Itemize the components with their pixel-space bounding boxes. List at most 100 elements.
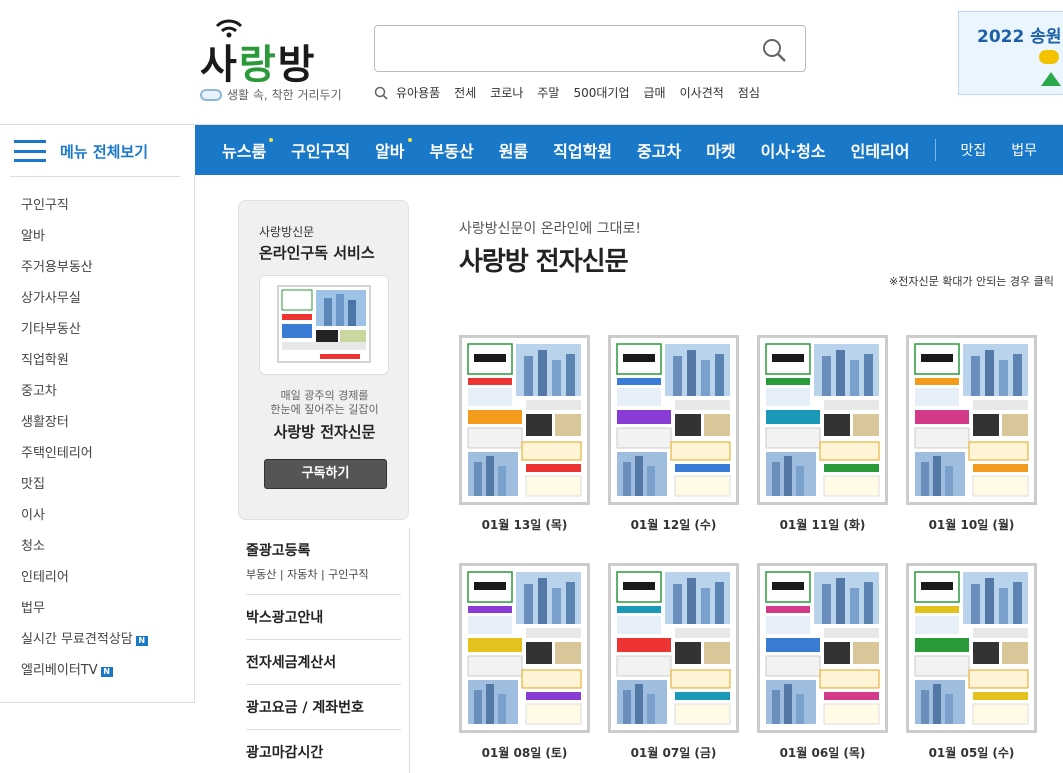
slogan-text: 생활 속, 착한 거리두기 xyxy=(227,88,342,102)
keyword-link[interactable]: 점심 xyxy=(738,84,760,101)
nav-item-moving[interactable]: 이사·청소 xyxy=(761,138,826,162)
sidebar-item[interactable]: 인테리어 xyxy=(21,566,148,597)
nav-item-academy[interactable]: 직업학원 xyxy=(553,138,612,162)
ad-sub-link[interactable]: 자동차 xyxy=(287,568,317,581)
keyword-link[interactable]: 이사견적 xyxy=(680,84,724,101)
ad-link[interactable]: 광고요금 / 계좌번호 xyxy=(246,697,401,717)
subscription-description: 매일 광주의 경제를 한눈에 짚어주는 길잡이 xyxy=(239,389,410,417)
sidebar-item-consult[interactable]: 실시간 무료견적상담 N xyxy=(21,628,148,659)
page: 사랑방 생활 속, 착한 거리두기 유아용품 전세 코로나 주말 500대기업 … xyxy=(0,0,1063,773)
sidebar-item[interactable]: 생활장터 xyxy=(21,411,148,442)
subscription-desc-line: 한눈에 짚어주는 길잡이 xyxy=(270,403,379,416)
newspaper-thumbnail[interactable] xyxy=(459,335,590,505)
sidebar-item[interactable]: 알바 xyxy=(21,225,148,256)
nav-item-restaurant[interactable]: 맛집 xyxy=(961,140,987,160)
nav-item-interior[interactable]: 인테리어 xyxy=(851,138,910,162)
new-badge: N xyxy=(100,667,113,677)
ad-link[interactable]: 전자세금계산서 xyxy=(246,652,401,672)
divider xyxy=(10,176,180,177)
page-title: 사랑방 전자신문 xyxy=(459,247,628,277)
nav-item-realestate[interactable]: 부동산 xyxy=(430,138,474,162)
sidebar-item[interactable]: 청소 xyxy=(21,535,148,566)
new-badge: N xyxy=(135,636,148,646)
sidebar-item[interactable]: 이사 xyxy=(21,504,148,535)
nav-item-jobs[interactable]: 구인구직 xyxy=(291,138,350,162)
ad-link[interactable]: 줄광고등록 xyxy=(246,540,401,560)
search-box xyxy=(374,25,806,72)
nav-item-oneroom[interactable]: 원룸 xyxy=(499,138,528,162)
nav-label: 뉴스룸 xyxy=(222,142,267,161)
newspaper-date[interactable]: 01월 07일 (금) xyxy=(608,744,739,761)
keyword-link[interactable]: 유아용품 xyxy=(396,84,440,101)
logo-wordmark: 사랑방 xyxy=(200,32,316,90)
subscription-thumbnail xyxy=(259,275,389,375)
newspaper-thumbnail[interactable] xyxy=(757,335,888,505)
zoom-note-link[interactable]: ※전자신문 확대가 안되는 경우 클릭 xyxy=(889,273,1054,289)
ad-link[interactable]: 박스광고안내 xyxy=(246,607,401,627)
ad-item: 전자세금계산서 xyxy=(246,640,401,685)
newspaper-thumbnail[interactable] xyxy=(459,563,590,733)
newspaper-page-icon xyxy=(760,338,885,502)
main-nav: 뉴스룸 구인구직 알바 부동산 원룸 직업학원 중고차 마켓 이사·청소 인테리… xyxy=(195,125,1063,175)
ad-sub-link[interactable]: 부동산 xyxy=(246,568,276,581)
mask-icon xyxy=(200,89,222,101)
keyword-link[interactable]: 코로나 xyxy=(490,84,523,101)
sidebar-item[interactable]: 주택인테리어 xyxy=(21,442,148,473)
nav-dot xyxy=(269,138,274,142)
newspaper-date[interactable]: 01월 06일 (목) xyxy=(757,744,888,761)
search-input[interactable] xyxy=(387,36,747,62)
sidebar-menu: 구인구직 알바 주거용부동산 상가사무실 기타부동산 직업학원 중고차 생활장터… xyxy=(21,194,148,690)
newspaper-thumbnail[interactable] xyxy=(906,335,1037,505)
newspaper-thumbnail[interactable] xyxy=(906,563,1037,733)
newspaper-date[interactable]: 01월 12일 (수) xyxy=(608,516,739,533)
keyword-link[interactable]: 급매 xyxy=(644,84,666,101)
search-icon[interactable] xyxy=(761,37,787,63)
sidebar-item[interactable]: 법무 xyxy=(21,597,148,628)
slogan: 생활 속, 착한 거리두기 xyxy=(200,86,342,103)
header: 사랑방 생활 속, 착한 거리두기 유아용품 전세 코로나 주말 500대기업 … xyxy=(0,0,1063,125)
newspaper-date[interactable]: 01월 11일 (화) xyxy=(757,516,888,533)
newspaper-date[interactable]: 01월 05일 (수) xyxy=(906,744,1037,761)
sidebar-item-label: 엘리베이터TV xyxy=(21,663,98,678)
subscription-brand: 사랑방신문 xyxy=(259,225,315,239)
newspaper-thumbnail[interactable] xyxy=(608,563,739,733)
nav-dot xyxy=(407,138,412,142)
nav-item-usedcar[interactable]: 중고차 xyxy=(637,138,681,162)
ad-sub-link[interactable]: 구인구직 xyxy=(328,568,368,581)
newspaper-date[interactable]: 01월 10일 (월) xyxy=(906,516,1037,533)
logo-char-2: 랑 xyxy=(238,42,278,88)
menu-all-label: 메뉴 전체보기 xyxy=(60,142,149,161)
sidebar-item[interactable]: 주거용부동산 xyxy=(21,256,148,287)
nav-item-legal[interactable]: 법무 xyxy=(1011,140,1037,160)
hamburger-icon xyxy=(14,140,46,162)
sidebar-item[interactable]: 상가사무실 xyxy=(21,287,148,318)
sidebar-item[interactable]: 중고차 xyxy=(21,380,148,411)
ad-link[interactable]: 광고마감시간 xyxy=(246,742,401,762)
newspaper-date[interactable]: 01월 08일 (토) xyxy=(459,744,590,761)
site-logo[interactable]: 사랑방 생활 속, 착한 거리두기 xyxy=(200,16,345,106)
newspaper-date[interactable]: 01월 13일 (목) xyxy=(459,516,590,533)
sidebar-item[interactable]: 기타부동산 xyxy=(21,318,148,349)
menu-all-button[interactable]: 메뉴 전체보기 xyxy=(0,126,195,176)
keyword-link[interactable]: 500대기업 xyxy=(573,84,629,101)
newspaper-page-icon xyxy=(462,566,587,730)
nav-item-market[interactable]: 마켓 xyxy=(706,138,735,162)
header-banner-ad[interactable]: 2022 송원 xyxy=(958,11,1063,95)
keyword-link[interactable]: 주말 xyxy=(537,84,559,101)
keyword-link[interactable]: 전세 xyxy=(454,84,476,101)
sidebar-item[interactable]: 직업학원 xyxy=(21,349,148,380)
sidebar-item[interactable]: 구인구직 xyxy=(21,194,148,225)
newspaper-page-icon xyxy=(611,338,736,502)
popular-keywords: 유아용품 전세 코로나 주말 500대기업 급매 이사견적 점심 xyxy=(374,84,774,101)
newspaper-thumbnail[interactable] xyxy=(608,335,739,505)
ad-item: 광고요금 / 계좌번호 xyxy=(246,685,401,730)
sidebar-item[interactable]: 맛집 xyxy=(21,473,148,504)
newspaper-thumbnail[interactable] xyxy=(757,563,888,733)
banner-logo-icon xyxy=(1039,50,1059,64)
nav-item-newsroom[interactable]: 뉴스룸 xyxy=(222,138,274,162)
ad-item-line-ad: 줄광고등록 부동산 | 자동차 | 구인구직 xyxy=(246,528,401,595)
sidebar-item-elevator-tv[interactable]: 엘리베이터TV N xyxy=(21,659,148,690)
subscribe-button[interactable]: 구독하기 xyxy=(264,459,387,489)
sidebar-item-label: 실시간 무료견적상담 xyxy=(21,632,133,647)
nav-item-parttime[interactable]: 알바 xyxy=(375,138,412,162)
